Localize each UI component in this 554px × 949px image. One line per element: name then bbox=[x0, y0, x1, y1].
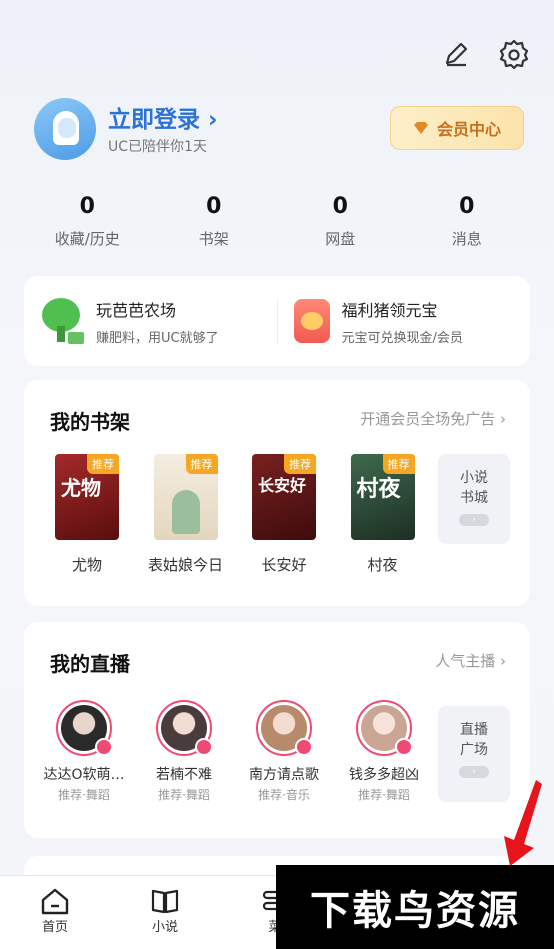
streamer-category: 推荐·舞蹈 bbox=[358, 788, 410, 802]
book-cover: 推荐 bbox=[153, 454, 218, 540]
more-line2: 书城 bbox=[460, 490, 488, 506]
chevron-right-icon: › bbox=[459, 514, 489, 526]
live-icon bbox=[295, 738, 313, 756]
tab-novel[interactable]: 小说 bbox=[110, 876, 220, 949]
streamer-name: 南方请点歌 bbox=[249, 767, 319, 783]
book-cover: 村夜 推荐 bbox=[350, 454, 415, 540]
book-item[interactable]: 尤物 推荐 尤物 bbox=[44, 454, 130, 575]
stat-value: 0 bbox=[206, 194, 222, 219]
live-icon bbox=[395, 738, 413, 756]
streamer-avatar bbox=[156, 700, 213, 756]
cover-title: 长安好 bbox=[258, 476, 307, 495]
stat-bookshelf[interactable]: 0 书架 bbox=[151, 194, 278, 249]
cover-title: 尤物 bbox=[61, 476, 101, 500]
stat-label: 消息 bbox=[451, 230, 482, 248]
login-subtitle: UC已陪伴你1天 bbox=[108, 139, 207, 155]
vip-label: 会员中心 bbox=[436, 120, 501, 139]
bookshelf-card: 我的书架 开通会员全场免广告 › 尤物 推荐 尤物 推荐 表姑娘今日 长安好 推… bbox=[24, 380, 530, 606]
live-title: 我的直播 bbox=[50, 652, 130, 676]
book-cover: 长安好 推荐 bbox=[252, 454, 316, 540]
stat-value: 0 bbox=[79, 194, 95, 219]
recommend-tag: 推荐 bbox=[185, 454, 218, 474]
watermark-banner: 下载鸟资源 bbox=[276, 865, 554, 949]
streamer-avatar bbox=[256, 700, 313, 756]
avatar[interactable] bbox=[34, 98, 96, 160]
streamer-item[interactable]: 达达O软萌… 推荐·舞蹈 bbox=[38, 700, 130, 803]
home-icon bbox=[0, 886, 110, 916]
popular-streamers-link[interactable]: 人气主播 › bbox=[435, 650, 506, 671]
tab-label: 首页 bbox=[41, 920, 68, 935]
farm-desc: 赚肥料，用UC就够了 bbox=[96, 330, 219, 346]
promo-card: 玩芭芭农场 赚肥料，用UC就够了 福利猪领元宝 元宝可兑换现金/会员 bbox=[24, 276, 530, 366]
streamer-category: 推荐·舞蹈 bbox=[58, 788, 110, 802]
live-icon bbox=[195, 738, 213, 756]
streamer-category: 推荐·舞蹈 bbox=[158, 788, 210, 802]
streamer-avatar bbox=[356, 700, 413, 756]
streamer-name: 钱多多超凶 bbox=[349, 767, 419, 783]
coin-entry[interactable]: 福利猪领元宝 元宝可兑换现金/会员 bbox=[278, 297, 531, 346]
stat-messages[interactable]: 0 消息 bbox=[404, 194, 531, 249]
chevron-right-icon: › bbox=[459, 766, 489, 778]
vip-adfree-link[interactable]: 开通会员全场免广告 › bbox=[360, 408, 506, 429]
streamer-category: 推荐·音乐 bbox=[258, 788, 310, 802]
more-line1: 直播 bbox=[460, 722, 488, 738]
tab-label: 小说 bbox=[151, 920, 178, 935]
live-card: 我的直播 人气主播 › 达达O软萌… 推荐·舞蹈 若楠不难 推荐·舞蹈 南方请点… bbox=[24, 622, 530, 838]
stat-netdisk[interactable]: 0 网盘 bbox=[277, 194, 404, 249]
diamond-icon bbox=[413, 122, 428, 134]
stat-value: 0 bbox=[332, 194, 348, 219]
streamer-list: 达达O软萌… 推荐·舞蹈 若楠不难 推荐·舞蹈 南方请点歌 推荐·音乐 钱多多超… bbox=[38, 700, 510, 803]
book-name: 长安好 bbox=[261, 556, 307, 574]
recommend-tag: 推荐 bbox=[382, 454, 415, 474]
book-list: 尤物 推荐 尤物 推荐 表姑娘今日 长安好 推荐 长安好 村夜 推荐 村夜 小说… bbox=[44, 454, 510, 575]
farm-title: 玩芭芭农场 bbox=[96, 300, 177, 320]
cover-title: 村夜 bbox=[356, 476, 401, 502]
streamer-item[interactable]: 若楠不难 推荐·舞蹈 bbox=[138, 700, 230, 803]
tree-icon bbox=[40, 298, 84, 344]
arrow-icon bbox=[500, 778, 544, 872]
coin-desc: 元宝可兑换现金/会员 bbox=[341, 330, 463, 346]
book-name: 尤物 bbox=[71, 556, 102, 574]
book-name: 表姑娘今日 bbox=[147, 556, 223, 574]
book-item[interactable]: 长安好 推荐 长安好 bbox=[241, 454, 327, 575]
coin-title: 福利猪领元宝 bbox=[341, 300, 438, 320]
book-cover: 尤物 推荐 bbox=[55, 454, 119, 540]
stat-value: 0 bbox=[459, 194, 475, 219]
recommend-tag: 推荐 bbox=[87, 454, 119, 474]
streamer-name: 达达O软萌… bbox=[43, 767, 125, 783]
pig-icon bbox=[293, 299, 330, 343]
book-item[interactable]: 村夜 推荐 村夜 bbox=[340, 454, 426, 575]
streamer-item[interactable]: 钱多多超凶 推荐·舞蹈 bbox=[338, 700, 430, 803]
more-line1: 小说 bbox=[460, 470, 488, 486]
streamer-name: 若楠不难 bbox=[156, 767, 212, 783]
stats-row: 0 收藏/历史 0 书架 0 网盘 0 消息 bbox=[24, 194, 530, 249]
novel-store-button[interactable]: 小说 书城 › bbox=[438, 454, 510, 544]
stat-label: 网盘 bbox=[325, 230, 356, 248]
live-icon bbox=[95, 738, 113, 756]
vip-center-button[interactable]: 会员中心 bbox=[390, 106, 524, 150]
login-link[interactable]: 立即登录 › bbox=[108, 100, 218, 134]
book-icon bbox=[110, 886, 220, 916]
farm-entry[interactable]: 玩芭芭农场 赚肥料，用UC就够了 bbox=[24, 297, 277, 346]
bookshelf-title: 我的书架 bbox=[50, 410, 130, 434]
top-actions bbox=[438, 36, 532, 72]
recommend-tag: 推荐 bbox=[284, 454, 316, 474]
streamer-avatar bbox=[56, 700, 113, 756]
stat-label: 书架 bbox=[198, 230, 229, 248]
tab-home[interactable]: 首页 bbox=[0, 876, 110, 949]
profile-section: 立即登录 › UC已陪伴你1天 会员中心 bbox=[34, 98, 524, 162]
stat-label: 收藏/历史 bbox=[54, 230, 120, 248]
book-name: 村夜 bbox=[367, 556, 398, 574]
stat-favorites[interactable]: 0 收藏/历史 bbox=[24, 194, 151, 249]
edit-icon[interactable] bbox=[438, 36, 474, 72]
streamer-item[interactable]: 南方请点歌 推荐·音乐 bbox=[238, 700, 330, 803]
settings-icon[interactable] bbox=[496, 36, 532, 72]
more-line2: 广场 bbox=[460, 742, 488, 758]
book-item[interactable]: 推荐 表姑娘今日 bbox=[143, 454, 229, 575]
